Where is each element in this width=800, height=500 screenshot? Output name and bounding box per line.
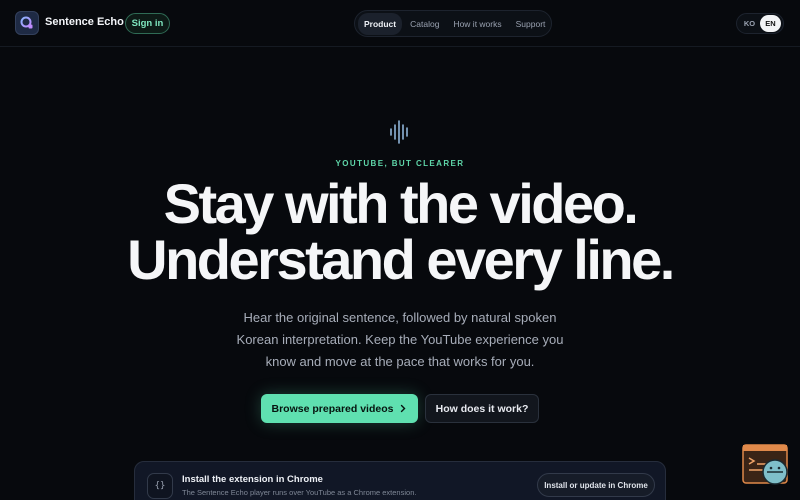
install-extension-card: {} Install the extension in Chrome The S… bbox=[134, 461, 666, 500]
install-chrome-button[interactable]: Install or update in Chrome bbox=[537, 473, 655, 497]
main-nav: Product Catalog How it works Support bbox=[354, 10, 552, 37]
top-header: Sentence Echo Sign in Product Catalog Ho… bbox=[0, 0, 800, 47]
chevron-right-icon bbox=[401, 404, 406, 413]
language-en[interactable]: EN bbox=[760, 15, 781, 32]
browse-videos-label: Browse prepared videos bbox=[271, 402, 394, 415]
install-title: Install the extension in Chrome bbox=[182, 474, 323, 485]
hero-subtext: Hear the original sentence, followed by … bbox=[236, 310, 564, 369]
sign-in-button[interactable]: Sign in bbox=[125, 13, 170, 34]
nav-item-support[interactable]: Support bbox=[510, 13, 552, 35]
language-switcher: KO EN bbox=[736, 13, 784, 34]
how-it-works-button[interactable]: How does it work? bbox=[425, 394, 539, 423]
hero-eyebrow: YOUTUBE, BUT CLEARER bbox=[335, 159, 465, 168]
headline-line-1: Stay with the video. bbox=[163, 172, 639, 235]
extension-icon: {} bbox=[147, 473, 173, 499]
install-description: The Sentence Echo player runs over YouTu… bbox=[182, 488, 417, 497]
sound-wave-icon bbox=[390, 120, 408, 144]
brand-name[interactable]: Sentence Echo bbox=[45, 16, 124, 28]
language-ko[interactable]: KO bbox=[739, 15, 760, 32]
helper-mascot-icon[interactable] bbox=[742, 444, 792, 488]
hero-headline: Stay with the video. Understand every li… bbox=[0, 176, 800, 288]
nav-item-product[interactable]: Product bbox=[358, 12, 403, 35]
nav-item-catalog[interactable]: Catalog bbox=[404, 13, 445, 35]
headline-line-2: Understand every line. bbox=[127, 228, 675, 291]
nav-item-how-it-works[interactable]: How it works bbox=[447, 13, 507, 35]
browse-videos-button[interactable]: Browse prepared videos bbox=[261, 394, 418, 423]
brand-logo-icon[interactable] bbox=[15, 11, 39, 35]
